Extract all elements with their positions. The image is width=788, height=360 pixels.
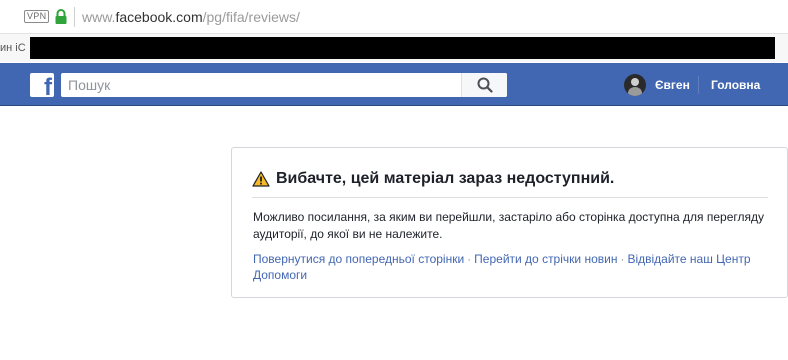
home-link[interactable]: Головна	[711, 78, 760, 92]
url-prefix: www.	[82, 9, 116, 25]
search-button[interactable]	[461, 73, 507, 97]
error-card: Вибачте, цей матеріал зараз недоступний.…	[231, 147, 788, 298]
url-path: /pg/fifa/reviews/	[202, 9, 300, 25]
news-feed-link[interactable]: Перейти до стрічки новин	[474, 252, 617, 266]
facebook-logo[interactable]: f	[30, 73, 54, 97]
lock-icon[interactable]	[54, 9, 68, 25]
url-host: facebook.com	[115, 9, 203, 25]
search-icon	[477, 77, 493, 93]
nav-separator	[698, 76, 699, 94]
redaction-bar	[30, 37, 775, 59]
card-divider	[252, 197, 768, 198]
back-link[interactable]: Повернутися до попередньої сторінки	[253, 252, 464, 266]
error-message: Можливо посилання, за яким ви перейшли, …	[253, 210, 764, 241]
search-input[interactable]	[61, 73, 461, 97]
error-title-row: Вибачте, цей матеріал зараз недоступний.	[252, 170, 614, 188]
avatar[interactable]	[624, 74, 646, 96]
link-separator: ·	[620, 252, 625, 266]
search-box	[61, 73, 507, 97]
vpn-badge[interactable]: VPN	[24, 10, 50, 23]
warning-icon	[252, 171, 270, 187]
link-separator: ·	[467, 252, 472, 266]
facebook-header: f Євген Головна	[0, 63, 788, 106]
facebook-logo-letter: f	[44, 74, 52, 98]
help-links: Повернутися до попередньої сторінки · Пере…	[253, 251, 773, 283]
address-separator	[74, 7, 75, 27]
browser-address-bar: VPN www.facebook.com/pg/fifa/reviews/	[0, 0, 788, 34]
error-title: Вибачте, цей матеріал зараз недоступний.	[276, 170, 615, 187]
profile-name-link[interactable]: Євген	[655, 78, 690, 92]
url-field[interactable]: www.facebook.com/pg/fifa/reviews/	[82, 9, 300, 25]
bookmark-partial-text[interactable]: ин іС	[0, 42, 26, 54]
